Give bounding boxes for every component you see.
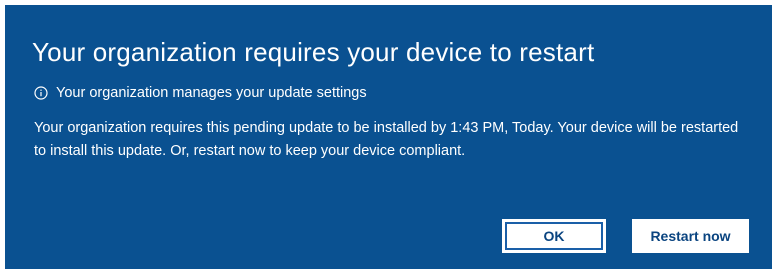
managed-notice-text: Your organization manages your update se…: [56, 85, 367, 101]
ok-button[interactable]: OK: [502, 219, 606, 253]
restart-dialog: Your organization requires your device t…: [5, 5, 772, 269]
restart-now-button[interactable]: Restart now: [632, 219, 749, 253]
dialog-title: Your organization requires your device t…: [32, 37, 595, 67]
info-icon: [34, 86, 48, 100]
dialog-message: Your organization requires this pending …: [34, 120, 739, 159]
managed-notice: Your organization manages your update se…: [34, 83, 367, 103]
